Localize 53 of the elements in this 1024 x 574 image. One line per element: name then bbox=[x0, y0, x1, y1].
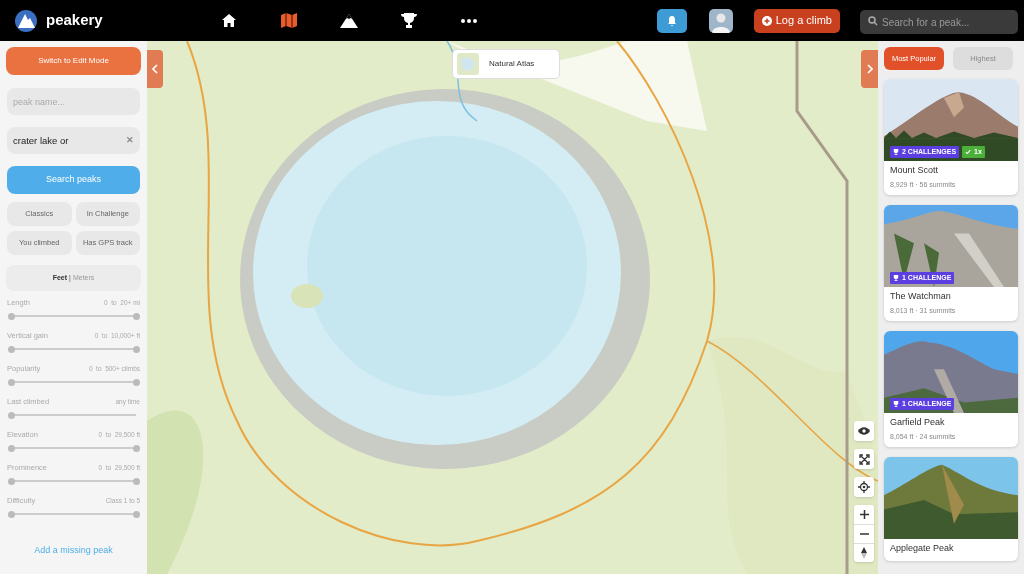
avatar-icon[interactable] bbox=[708, 8, 733, 33]
peak-name: Garfield Peak bbox=[890, 416, 946, 429]
trophy-icon bbox=[893, 149, 899, 155]
search-field[interactable]: Search for a peak... bbox=[860, 10, 1018, 34]
slider-thumb[interactable] bbox=[7, 411, 15, 419]
mountain-icon bbox=[340, 13, 358, 28]
plus-icon bbox=[761, 15, 772, 26]
minus-icon bbox=[859, 533, 869, 535]
slider-thumb[interactable] bbox=[7, 444, 15, 452]
peak-name: The Watchman bbox=[890, 290, 952, 303]
locate-icon bbox=[858, 481, 870, 493]
logo-icon[interactable] bbox=[14, 8, 38, 33]
slider-thumb[interactable] bbox=[7, 345, 15, 353]
collapse-right-tab[interactable] bbox=[861, 50, 878, 88]
slider-thumb[interactable] bbox=[7, 510, 15, 518]
edit-mode-button[interactable]: Switch to Edit Mode bbox=[6, 47, 141, 75]
slider-track[interactable] bbox=[11, 411, 136, 419]
fullscreen-button[interactable] bbox=[854, 449, 874, 469]
home-icon bbox=[221, 13, 237, 28]
map-icon bbox=[281, 13, 297, 28]
slider-thumb[interactable] bbox=[132, 477, 140, 485]
log-climb-button[interactable]: Log a climb bbox=[753, 8, 840, 33]
slider-thumb[interactable] bbox=[132, 444, 140, 452]
check-icon bbox=[965, 149, 972, 155]
slider-thumb[interactable] bbox=[7, 477, 15, 485]
slider-thumb[interactable] bbox=[132, 312, 140, 320]
clear-button[interactable]: ✕ bbox=[126, 134, 134, 148]
slider-thumb[interactable] bbox=[7, 312, 15, 320]
fullscreen-icon bbox=[858, 453, 870, 465]
peak-name: Mount Scott bbox=[890, 164, 940, 177]
search-icon bbox=[868, 15, 878, 26]
collapse-left-tab[interactable] bbox=[147, 50, 163, 88]
notifications-button[interactable] bbox=[656, 8, 687, 33]
more-icon bbox=[461, 17, 477, 24]
eye-icon bbox=[858, 427, 870, 435]
layer-button[interactable]: Natural Atlas bbox=[452, 49, 560, 79]
map-thumbnail-icon bbox=[457, 53, 479, 75]
slider-thumb[interactable] bbox=[132, 345, 140, 353]
compass-icon bbox=[861, 547, 867, 559]
slider-thumb[interactable] bbox=[132, 510, 140, 518]
trophy-icon bbox=[893, 401, 899, 407]
brand-name[interactable]: peakery bbox=[46, 9, 103, 32]
plus-icon bbox=[859, 510, 869, 519]
peak-name: Applegate Peak bbox=[890, 542, 955, 555]
visibility-button[interactable] bbox=[854, 421, 874, 441]
trophy-icon bbox=[401, 13, 417, 28]
locate-button[interactable] bbox=[854, 477, 874, 497]
peak-card[interactable]: Applegate Peak bbox=[884, 457, 1018, 561]
chevron-left-icon bbox=[152, 64, 158, 74]
slider-thumb[interactable] bbox=[132, 378, 140, 386]
slider-thumb[interactable] bbox=[7, 378, 15, 386]
trophy-icon bbox=[893, 275, 899, 281]
chevron-right-icon bbox=[866, 64, 873, 74]
